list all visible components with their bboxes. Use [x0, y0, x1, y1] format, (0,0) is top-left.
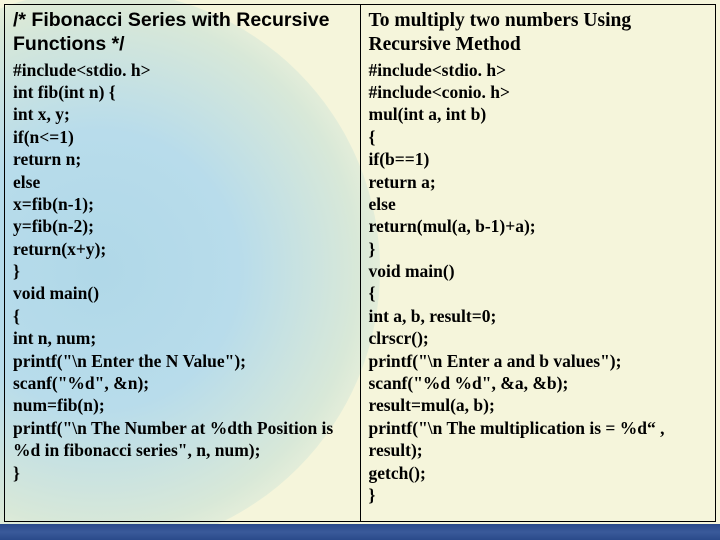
- code-line: return a;: [369, 171, 708, 193]
- code-line: printf("\n The multiplication is = %d“ ,…: [369, 417, 708, 462]
- code-line: int a, b, result=0;: [369, 305, 708, 327]
- code-line: #include<conio. h>: [369, 81, 708, 103]
- code-line: }: [369, 484, 708, 506]
- code-line: printf("\n Enter a and b values");: [369, 350, 708, 372]
- right-title: To multiply two numbers Using Recursive …: [369, 9, 708, 57]
- left-title: /* Fibonacci Series with Recursive Funct…: [13, 9, 352, 57]
- code-line: return n;: [13, 148, 352, 170]
- code-line: #include<stdio. h>: [13, 59, 352, 81]
- code-line: printf("\n The Number at %dth Position i…: [13, 417, 352, 462]
- right-code: #include<stdio. h>#include<conio. h>mul(…: [369, 59, 708, 507]
- code-line: result=mul(a, b);: [369, 394, 708, 416]
- code-line: int x, y;: [13, 103, 352, 125]
- code-line: x=fib(n-1);: [13, 193, 352, 215]
- left-code: #include<stdio. h>int fib(int n) {int x,…: [13, 59, 352, 484]
- code-line: }: [369, 238, 708, 260]
- code-line: void main(): [13, 282, 352, 304]
- code-line: else: [369, 193, 708, 215]
- code-line: int fib(int n) {: [13, 81, 352, 103]
- code-line: int n, num;: [13, 327, 352, 349]
- code-line: }: [13, 260, 352, 282]
- left-column: /* Fibonacci Series with Recursive Funct…: [5, 5, 361, 521]
- code-line: #include<stdio. h>: [369, 59, 708, 81]
- right-column: To multiply two numbers Using Recursive …: [361, 5, 716, 521]
- code-line: scanf("%d", &n);: [13, 372, 352, 394]
- footer-bar: [0, 524, 720, 540]
- code-line: void main(): [369, 260, 708, 282]
- code-line: num=fib(n);: [13, 394, 352, 416]
- code-line: {: [369, 126, 708, 148]
- code-line: printf("\n Enter the N Value");: [13, 350, 352, 372]
- code-line: getch();: [369, 462, 708, 484]
- code-line: y=fib(n-2);: [13, 215, 352, 237]
- code-line: {: [13, 305, 352, 327]
- code-line: {: [369, 282, 708, 304]
- code-line: scanf("%d %d", &a, &b);: [369, 372, 708, 394]
- code-line: clrscr();: [369, 327, 708, 349]
- code-line: if(b==1): [369, 148, 708, 170]
- code-line: return(x+y);: [13, 238, 352, 260]
- code-table: /* Fibonacci Series with Recursive Funct…: [4, 4, 716, 522]
- code-line: return(mul(a, b-1)+a);: [369, 215, 708, 237]
- code-line: if(n<=1): [13, 126, 352, 148]
- code-line: mul(int a, int b): [369, 103, 708, 125]
- code-line: }: [13, 462, 352, 484]
- code-line: else: [13, 171, 352, 193]
